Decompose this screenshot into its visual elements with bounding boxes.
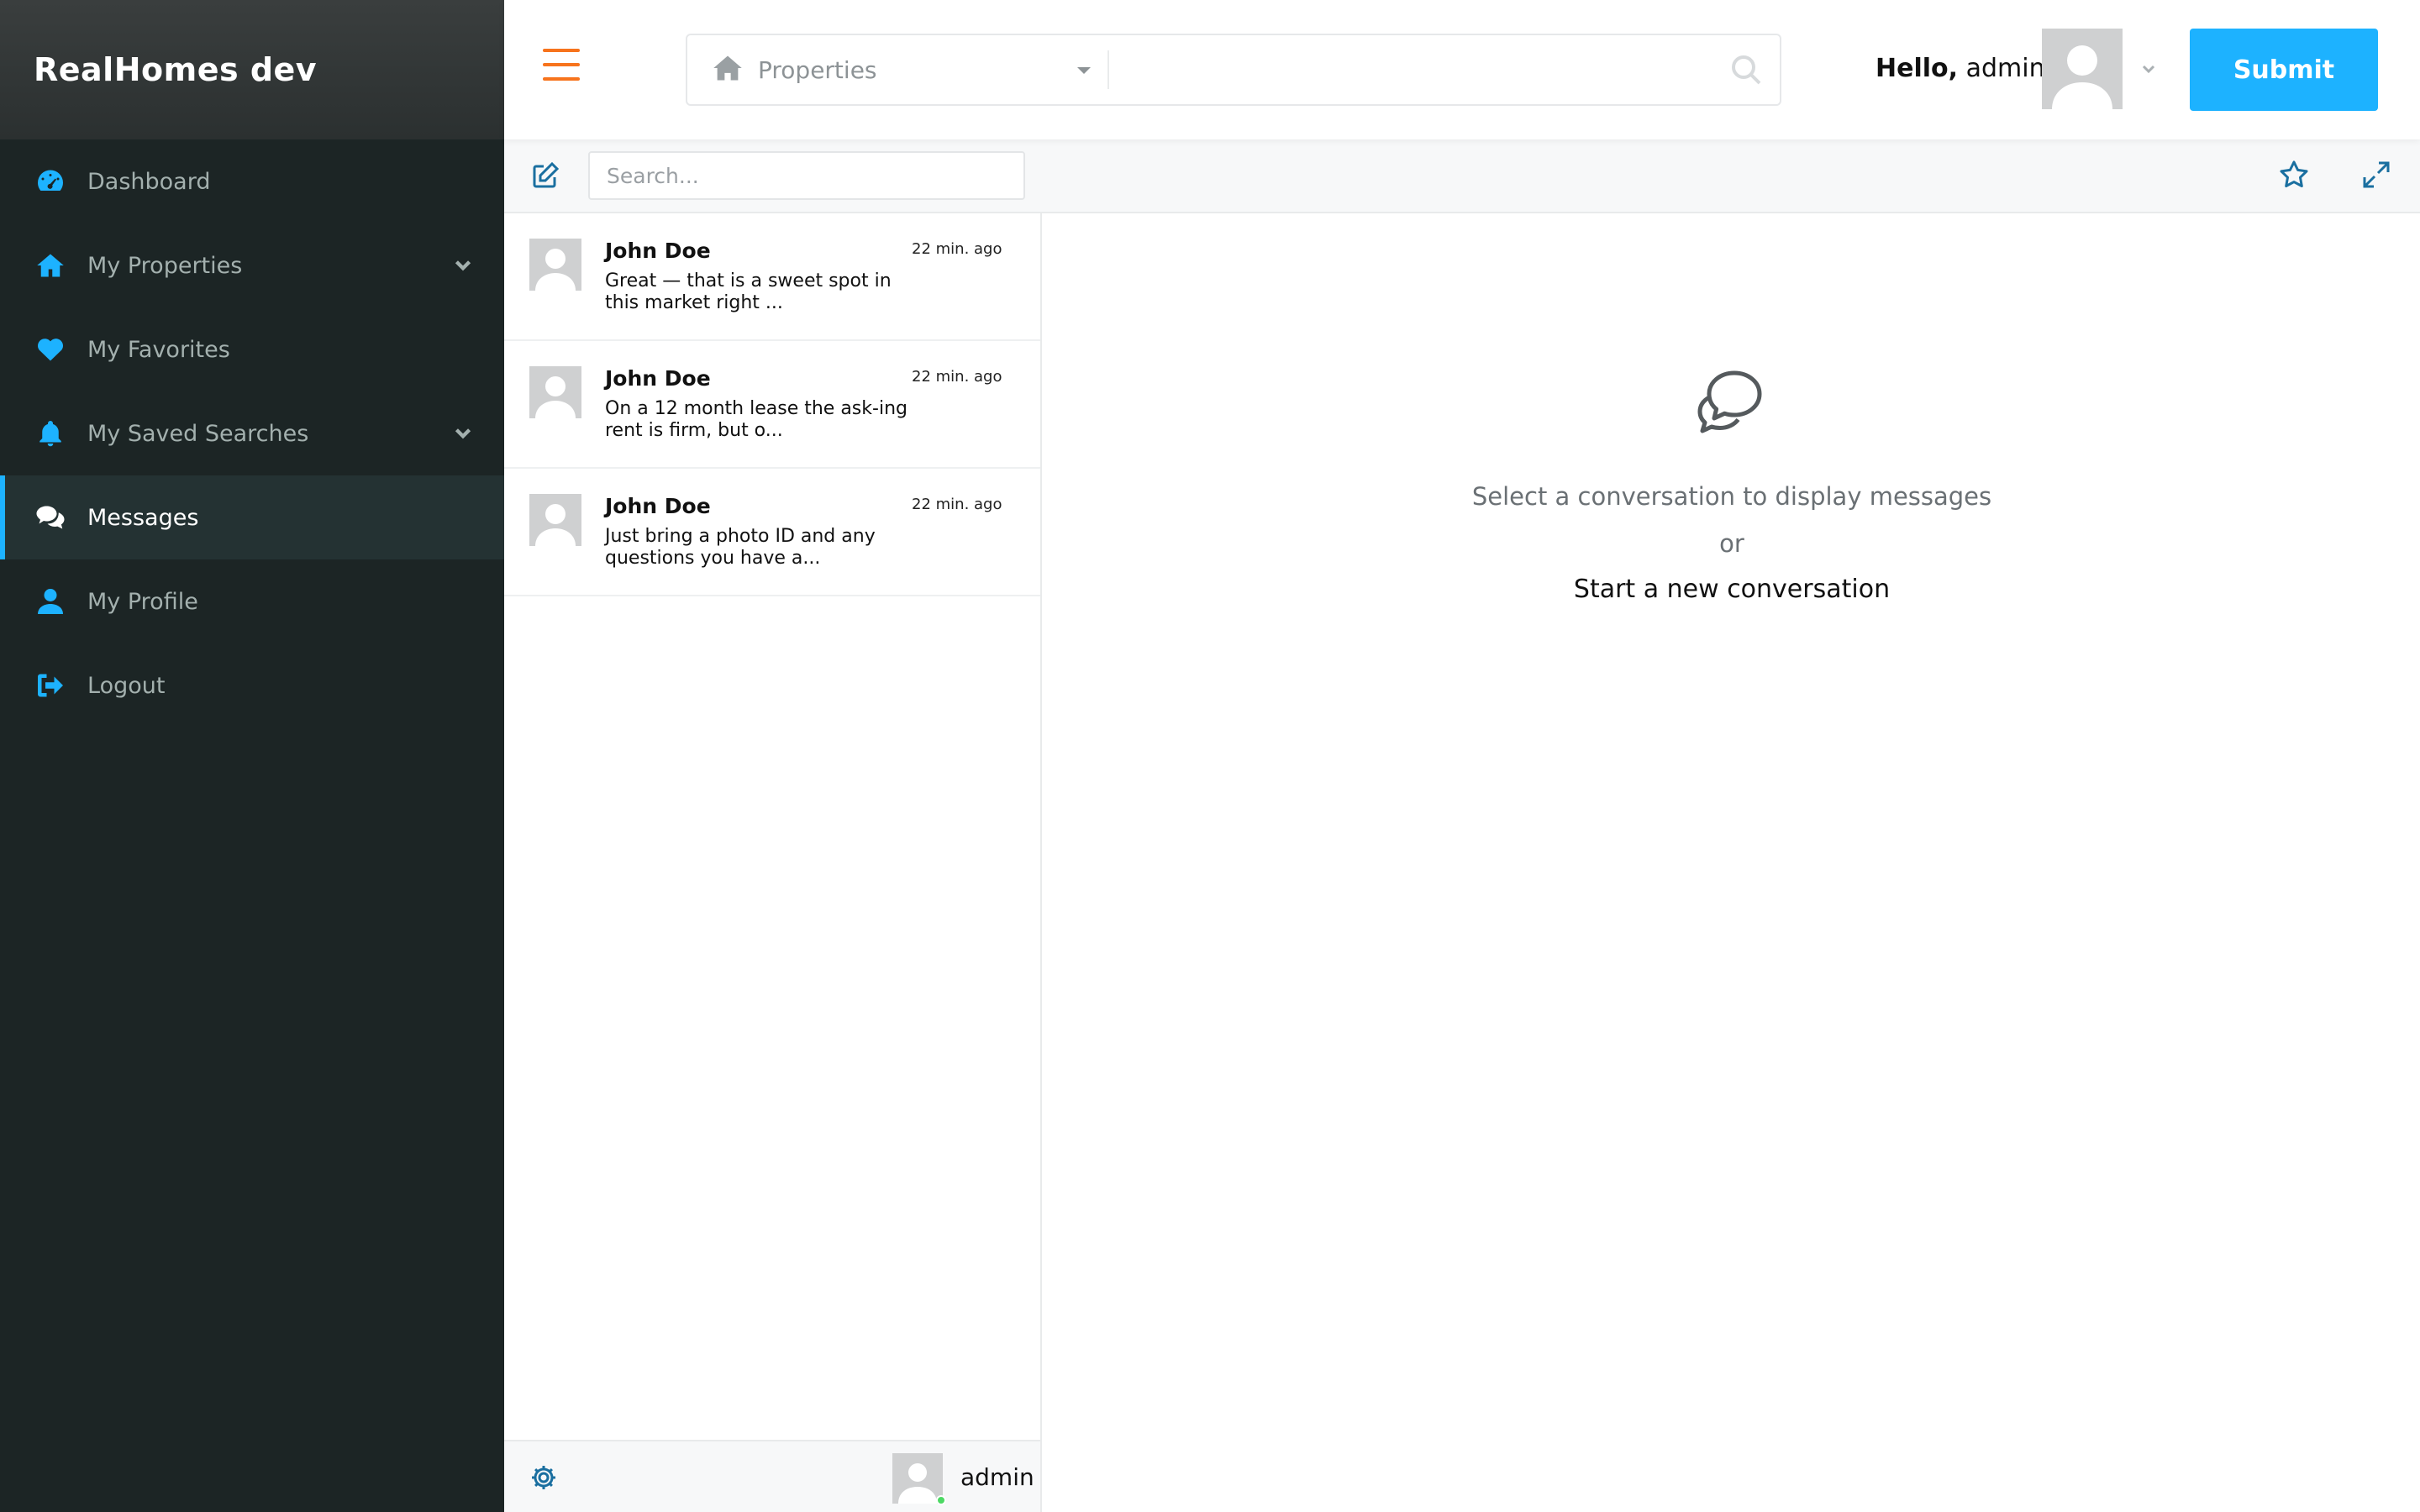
sidebar-item-dashboard[interactable]: Dashboard — [0, 139, 504, 223]
keyword-search-input[interactable] — [1109, 35, 1712, 104]
menu-bar — [543, 77, 580, 81]
sidebar-item-label: Logout — [87, 672, 166, 699]
message-empty-state: Select a conversation to display message… — [1044, 213, 2420, 1512]
sidebar-item-logout[interactable]: Logout — [0, 643, 504, 727]
avatar — [529, 366, 581, 418]
sidebar-item-label: Dashboard — [87, 168, 211, 195]
sidebar-item-label: Messages — [87, 504, 199, 531]
heart-icon — [34, 333, 67, 366]
conversation-sender: John Doe — [605, 494, 711, 518]
expand-icon — [2363, 161, 2390, 188]
bell-icon — [34, 417, 67, 450]
starred-messages-button[interactable] — [2279, 160, 2311, 192]
search-icon — [1732, 55, 1761, 85]
user-menu-dropdown[interactable] — [2139, 62, 2158, 76]
chevron-down-icon — [2142, 65, 2155, 74]
property-type-value: Properties — [758, 55, 877, 84]
conversation-search-input[interactable] — [588, 151, 1025, 200]
current-user-name: admin — [960, 1463, 1034, 1491]
user-icon — [34, 585, 67, 618]
greeting-label: Hello, — [1876, 54, 1959, 83]
chat-bubbles-icon — [1691, 365, 1771, 445]
home-icon — [34, 249, 67, 282]
sidebar-item-label: My Properties — [87, 252, 243, 279]
start-new-conversation-link[interactable]: Start a new conversation — [1044, 575, 2420, 604]
submit-property-button[interactable]: Submit — [2190, 29, 2378, 111]
default-avatar-icon — [2052, 45, 2112, 109]
compose-message-button[interactable] — [531, 161, 561, 192]
conversation-sender: John Doe — [605, 366, 711, 391]
default-avatar-icon — [535, 504, 576, 546]
caret-down-icon — [1077, 67, 1091, 74]
sidebar-item-label: My Saved Searches — [87, 420, 309, 447]
sidebar: RealHomes dev Dashboard My Properties My… — [0, 0, 504, 1512]
search-button[interactable] — [1712, 35, 1780, 104]
brand-title[interactable]: RealHomes dev — [34, 51, 317, 88]
list-item[interactable]: John Doe 22 min. ago On a 12 month lease… — [504, 341, 1040, 469]
messages-settings-button[interactable] — [529, 1463, 560, 1494]
menu-bar — [543, 63, 580, 66]
sidebar-nav: Dashboard My Properties My Favorites My … — [0, 139, 504, 727]
chevron-down-icon[interactable] — [452, 254, 474, 276]
brand-header: RealHomes dev — [0, 0, 504, 139]
avatar — [529, 494, 581, 546]
online-status-indicator — [936, 1495, 946, 1505]
conversation-time: 22 min. ago — [912, 496, 1002, 513]
sidebar-item-my-profile[interactable]: My Profile — [0, 559, 504, 643]
default-avatar-icon — [898, 1463, 937, 1504]
user-greeting: Hello, admin — [1876, 54, 2045, 83]
sidebar-item-my-properties[interactable]: My Properties — [0, 223, 504, 307]
conversation-preview: Great — that is a sweet spot in this mar… — [605, 270, 892, 313]
messages-toolbar — [504, 139, 2420, 213]
chat-bubbles-icon — [34, 501, 67, 534]
chevron-down-icon[interactable] — [452, 422, 474, 444]
fullscreen-button[interactable] — [2361, 160, 2393, 192]
sidebar-item-label: My Profile — [87, 588, 198, 615]
list-item[interactable]: John Doe 22 min. ago Just bring a photo … — [504, 469, 1040, 596]
menu-bar — [543, 49, 580, 52]
greeting-username: admin — [1965, 54, 2045, 83]
star-icon — [2280, 160, 2308, 187]
gear-icon — [532, 1466, 555, 1489]
dashboard-gauge-icon — [34, 165, 67, 198]
property-search-bar: Properties — [686, 34, 1781, 106]
avatar[interactable] — [892, 1453, 946, 1505]
edit-icon — [533, 161, 560, 188]
default-avatar-icon — [535, 249, 576, 291]
home-icon — [713, 55, 743, 85]
empty-state-message: Select a conversation to display message… — [1471, 482, 1992, 511]
sidebar-item-messages[interactable]: Messages — [0, 475, 504, 559]
avatar — [529, 239, 581, 291]
default-avatar-icon — [535, 376, 576, 418]
avatar[interactable] — [2042, 29, 2123, 109]
sidebar-item-label: My Favorites — [87, 336, 230, 363]
sidebar-item-my-saved-searches[interactable]: My Saved Searches — [0, 391, 504, 475]
conversation-preview: Just bring a photo ID and any questions … — [605, 526, 876, 569]
conversation-sender: John Doe — [605, 239, 711, 263]
conversation-list-footer: admin — [504, 1440, 1042, 1512]
conversation-time: 22 min. ago — [912, 240, 1002, 258]
empty-state-or: or — [1719, 529, 1744, 558]
logout-icon — [34, 669, 67, 702]
list-item[interactable]: John Doe 22 min. ago Great — that is a s… — [504, 213, 1040, 341]
conversation-time: 22 min. ago — [912, 368, 1002, 386]
conversation-preview: On a 12 month lease the ask-ing rent is … — [605, 398, 908, 441]
property-type-select[interactable]: Properties — [687, 35, 1107, 104]
hamburger-menu-button[interactable] — [543, 49, 581, 87]
top-header: Properties Hello, admin Submit — [504, 0, 2420, 139]
conversation-list: John Doe 22 min. ago Great — that is a s… — [504, 213, 1042, 1440]
sidebar-item-my-favorites[interactable]: My Favorites — [0, 307, 504, 391]
